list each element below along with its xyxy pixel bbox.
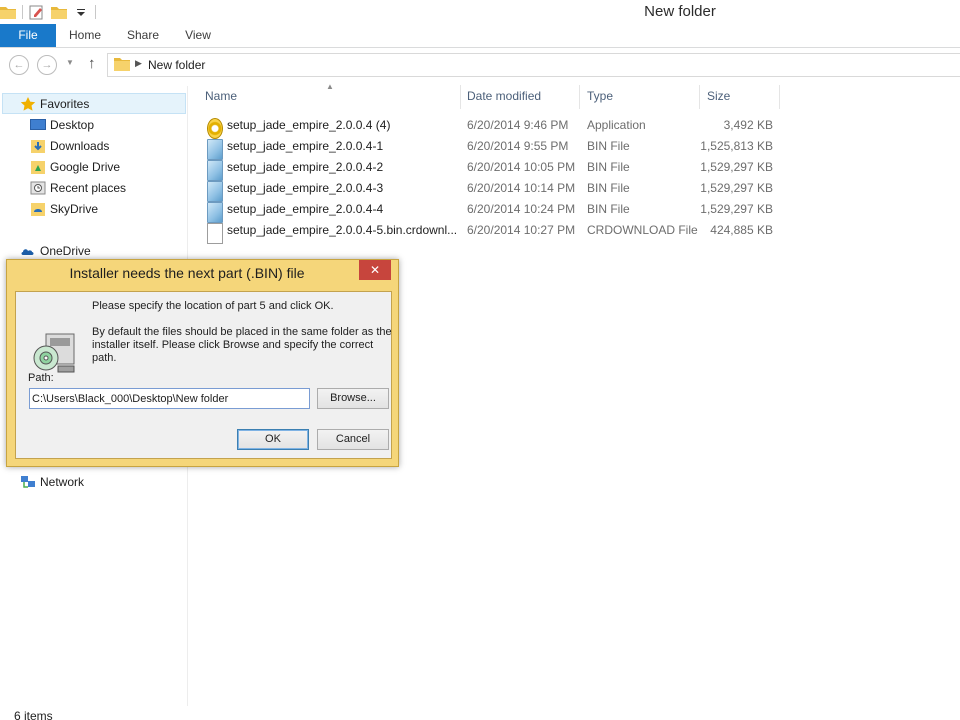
column-header-type[interactable]: Type	[582, 85, 700, 109]
navigation-bar: ← → ▼ ↑ ▶ New folder	[0, 52, 960, 78]
file-name: setup_jade_empire_2.0.0.4-1	[227, 139, 384, 153]
title-bar: New folder	[0, 0, 960, 24]
installer-dialog: Installer needs the next part (.BIN) fil…	[6, 259, 399, 467]
ribbon: File Home Share View	[0, 24, 960, 48]
browse-button[interactable]: Browse...	[317, 388, 389, 409]
recent-places-icon	[30, 180, 46, 196]
breadcrumb-current-folder[interactable]: New folder	[148, 58, 205, 72]
nav-item-label: Downloads	[50, 139, 110, 153]
file-date-modified: 6/20/2014 10:27 PM	[467, 223, 576, 237]
file-date-modified: 6/20/2014 10:14 PM	[467, 181, 576, 195]
file-row[interactable]: setup_jade_empire_2.0.0.4-5.bin.crdownl.…	[205, 220, 780, 244]
file-row[interactable]: setup_jade_empire_2.0.0.4-2 6/20/2014 10…	[205, 157, 780, 181]
dialog-title: Installer needs the next part (.BIN) fil…	[69, 265, 305, 281]
dialog-message-default-location: By default the files should be placed in…	[92, 326, 392, 364]
dialog-body: Please specify the location of part 5 an…	[15, 291, 392, 459]
nav-item-label: Recent places	[50, 181, 127, 195]
recent-locations-dropdown[interactable]: ▼	[66, 58, 74, 67]
file-row[interactable]: setup_jade_empire_2.0.0.4-1 6/20/2014 9:…	[205, 136, 780, 160]
file-size: 424,885 KB	[710, 223, 773, 237]
installer-disc-icon	[32, 332, 78, 376]
file-name: setup_jade_empire_2.0.0.4-3	[227, 181, 384, 195]
file-size: 1,529,297 KB	[700, 181, 773, 195]
nav-item-label: OneDrive	[40, 244, 91, 258]
file-name: setup_jade_empire_2.0.0.4 (4)	[227, 118, 391, 132]
path-input[interactable]	[29, 388, 310, 409]
forward-button[interactable]: →	[37, 55, 57, 75]
file-size: 1,529,297 KB	[700, 160, 773, 174]
star-icon	[20, 96, 36, 112]
nav-item-label: SkyDrive	[50, 202, 99, 216]
file-date-modified: 6/20/2014 10:05 PM	[467, 160, 576, 174]
file-name: setup_jade_empire_2.0.0.4-4	[227, 202, 384, 216]
file-type: CRDOWNLOAD File	[587, 223, 698, 237]
breadcrumb-chevron-icon[interactable]: ▶	[135, 58, 142, 69]
back-button[interactable]: ←	[9, 55, 29, 75]
nav-item-label: Google Drive	[50, 160, 121, 174]
skydrive-folder-icon	[30, 201, 46, 217]
file-date-modified: 6/20/2014 9:46 PM	[467, 118, 569, 132]
column-header-size[interactable]: Size	[702, 85, 780, 109]
file-size: 1,529,297 KB	[700, 202, 773, 216]
nav-item-label: Favorites	[40, 97, 90, 111]
cancel-button[interactable]: Cancel	[317, 429, 389, 450]
ok-button[interactable]: OK	[237, 429, 309, 450]
tab-view[interactable]: View	[176, 24, 220, 47]
google-drive-folder-icon	[30, 159, 46, 175]
close-button[interactable]: ✕	[359, 260, 391, 280]
crdownload-file-icon	[207, 223, 223, 244]
status-item-count: 6 items	[14, 709, 53, 720]
network-icon	[20, 474, 36, 490]
file-type: Application	[587, 118, 646, 132]
file-row[interactable]: setup_jade_empire_2.0.0.4 (4) 6/20/2014 …	[205, 115, 780, 139]
file-type: BIN File	[587, 139, 630, 153]
file-size: 1,525,813 KB	[700, 139, 773, 153]
column-header-name[interactable]: Name	[200, 85, 461, 109]
downloads-folder-icon	[30, 138, 46, 154]
tab-share[interactable]: Share	[118, 24, 168, 47]
dialog-message-part: Please specify the location of part 5 an…	[92, 300, 334, 312]
file-type: BIN File	[587, 160, 630, 174]
desktop-icon	[30, 117, 46, 133]
file-type: BIN File	[587, 181, 630, 195]
address-bar[interactable]: ▶ New folder	[107, 53, 960, 77]
file-date-modified: 6/20/2014 10:24 PM	[467, 202, 576, 216]
nav-item-label: Network	[40, 475, 85, 489]
file-type: BIN File	[587, 202, 630, 216]
file-name: setup_jade_empire_2.0.0.4-2	[227, 160, 384, 174]
nav-item-label: Desktop	[50, 118, 95, 132]
tab-file[interactable]: File	[0, 24, 56, 47]
file-row[interactable]: setup_jade_empire_2.0.0.4-3 6/20/2014 10…	[205, 178, 780, 202]
file-row[interactable]: setup_jade_empire_2.0.0.4-4 6/20/2014 10…	[205, 199, 780, 223]
tab-home[interactable]: Home	[60, 24, 110, 47]
column-header-date-modified[interactable]: Date modified	[462, 85, 580, 109]
file-size: 3,492 KB	[723, 118, 773, 132]
file-date-modified: 6/20/2014 9:55 PM	[467, 139, 569, 153]
folder-icon	[114, 57, 130, 71]
window-title: New folder	[644, 3, 716, 20]
path-label: Path:	[28, 372, 54, 384]
up-button[interactable]: ↑	[88, 55, 96, 72]
onedrive-cloud-icon	[20, 243, 36, 259]
file-name: setup_jade_empire_2.0.0.4-5.bin.crdownl.…	[227, 223, 458, 237]
